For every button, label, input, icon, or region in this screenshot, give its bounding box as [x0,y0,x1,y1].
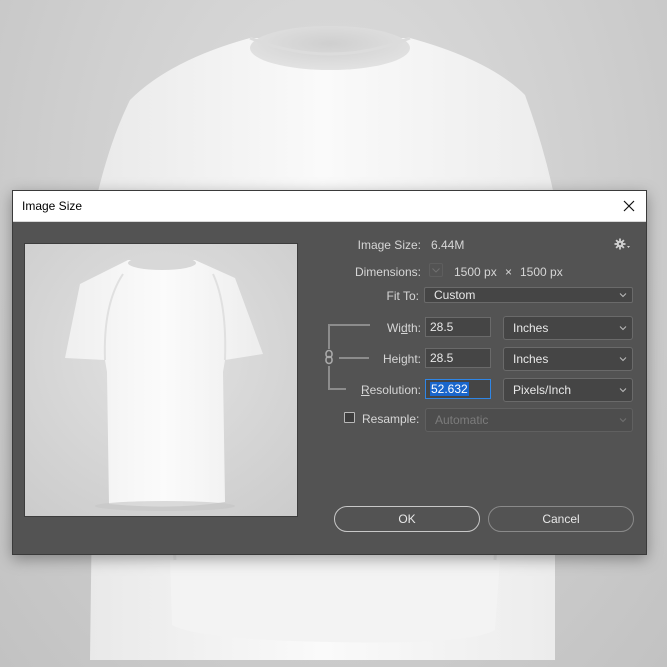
close-button[interactable] [612,191,646,221]
settings-button[interactable] [613,236,633,252]
height-unit-value: Inches [513,352,549,366]
constrain-proportions-button[interactable] [324,349,334,365]
resample-method-value: Automatic [435,413,489,427]
dialog-titlebar[interactable]: Image Size [13,191,646,222]
dimensions-label: Dimensions: [354,265,421,279]
image-size-dialog: Image Size Image Size: 6.44M Dimensions:… [12,190,647,555]
fit-to-dropdown[interactable]: Custom [424,287,633,303]
resolution-label: Resolution: [360,383,421,397]
fit-to-value: Custom [434,288,476,302]
gear-icon [614,238,630,250]
close-icon [623,200,635,212]
height-label: Height: [382,352,421,366]
resample-label: Resample: [362,412,420,426]
dialog-title: Image Size [22,199,83,213]
image-preview[interactable] [24,243,298,517]
cancel-button[interactable]: Cancel [488,506,634,532]
chevron-down-icon [619,388,627,393]
image-size-value: 6.44M [431,238,465,252]
dimensions-width-px: 1500 px [454,265,497,279]
chevron-down-icon [432,268,440,273]
height-unit-dropdown[interactable]: Inches [503,347,633,371]
fit-to-label: Fit To: [386,289,419,303]
resample-method-dropdown[interactable]: Automatic [425,408,633,432]
height-input[interactable]: 28.5 [425,348,491,368]
chevron-down-icon [619,357,627,362]
ok-button[interactable]: OK [334,506,480,532]
width-unit-value: Inches [513,321,549,335]
chevron-down-icon [619,293,627,298]
width-unit-dropdown[interactable]: Inches [503,316,633,340]
width-label: Width: [386,321,421,335]
dimensions-height-px: 1500 px [520,265,563,279]
resolution-input[interactable]: 52.632 [425,379,491,399]
resample-checkbox[interactable] [344,412,355,423]
resolution-unit-dropdown[interactable]: Pixels/Inch [503,378,633,402]
image-size-label: Image Size: [357,238,421,252]
dimensions-times: × [505,265,513,279]
tshirt-preview-image [25,244,297,516]
chevron-down-icon [619,326,627,331]
chevron-down-icon [619,418,627,423]
width-input[interactable]: 28.5 [425,317,491,337]
resolution-unit-value: Pixels/Inch [513,383,572,397]
chain-link-icon [325,349,333,365]
dimensions-dropdown[interactable] [429,263,443,277]
